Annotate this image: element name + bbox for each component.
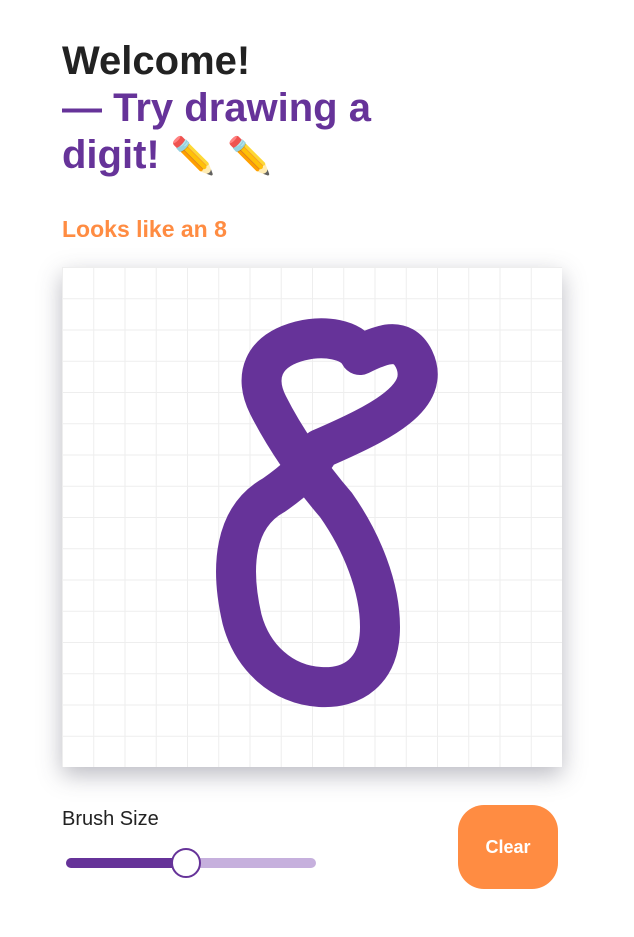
- drawn-digit-stroke: [216, 318, 438, 708]
- brush-size-label: Brush Size: [62, 808, 159, 830]
- drawing-canvas[interactable]: [62, 267, 562, 767]
- slider-fill: [66, 858, 186, 868]
- welcome-text: Welcome!: [62, 39, 251, 83]
- prediction-label: Looks like an 8: [62, 216, 227, 242]
- brush-size-slider[interactable]: [66, 848, 316, 878]
- page-title: Welcome! — Try drawing a digit! ✏️ ✏️: [62, 38, 422, 180]
- slider-thumb[interactable]: [171, 848, 201, 878]
- clear-button[interactable]: Clear: [458, 805, 558, 889]
- pencil-icon: ✏️ ✏️: [170, 136, 272, 177]
